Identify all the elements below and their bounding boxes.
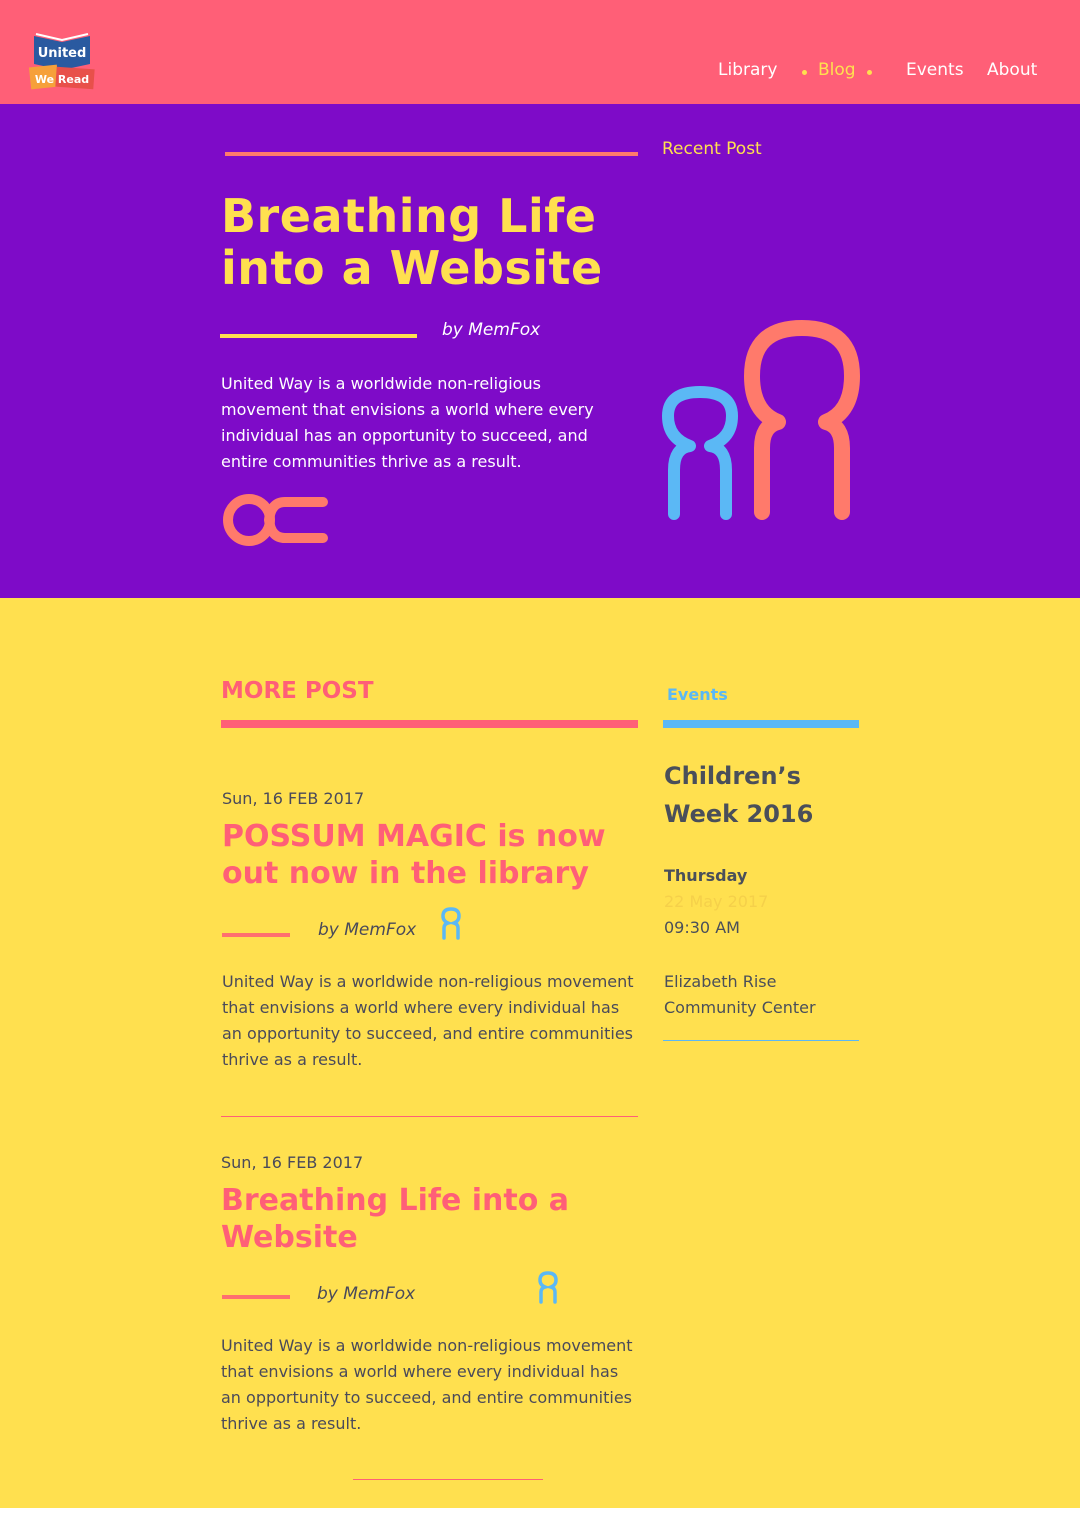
hero-byline-rule	[220, 334, 417, 338]
site-header	[0, 0, 1080, 104]
hero-byline: by MemFox	[442, 320, 541, 340]
nav-about[interactable]: About	[987, 60, 1037, 80]
hero-excerpt: United Way is a worldwide non-religious …	[221, 374, 594, 471]
post-title[interactable]: Breathing Life into a Website	[221, 1182, 641, 1256]
event-venue: Elizabeth Rise Community Center	[664, 972, 816, 1017]
post-divider	[221, 1116, 638, 1117]
more-post-rule	[221, 720, 638, 728]
post-date: Sun, 16 FEB 2017	[222, 789, 365, 808]
events-heading: Events	[667, 685, 728, 704]
logo-text-united: United	[38, 46, 87, 61]
events-rule	[663, 720, 859, 728]
nav-active-dot-right	[867, 70, 872, 75]
event-time: 09:30 AM	[664, 918, 740, 937]
post-byline-rule	[222, 933, 290, 937]
nav-active-dot-left	[802, 70, 807, 75]
hero-top-rule	[225, 152, 638, 156]
post-excerpt: United Way is a worldwide non-religious …	[221, 1336, 633, 1433]
event-title[interactable]: Children’s Week 2016	[664, 757, 864, 833]
post-divider	[353, 1479, 543, 1480]
event-date: 22 May 2017	[664, 892, 769, 911]
nav-events[interactable]: Events	[906, 60, 964, 80]
hero-quote-mark-icon	[223, 492, 329, 554]
recent-post-label: Recent Post	[662, 139, 762, 159]
book-logo-icon: United We Read	[28, 33, 95, 90]
hero-section	[0, 104, 1080, 598]
hero-title[interactable]: Breathing Life into a Website	[221, 190, 641, 294]
united-we-read-logo[interactable]: United We Read	[28, 28, 98, 92]
post-title[interactable]: POSSUM MAGIC is now out now in the libra…	[222, 818, 642, 892]
event-day: Thursday	[664, 866, 748, 885]
reading-figures-icon	[660, 320, 865, 529]
post-byline: by MemFox	[317, 1284, 416, 1304]
reader-figure-icon	[440, 906, 462, 944]
nav-library[interactable]: Library	[718, 60, 777, 80]
more-post-heading: MORE POST	[221, 678, 374, 704]
post-excerpt: United Way is a worldwide non-religious …	[222, 972, 634, 1069]
logo-text-we-read: We Read	[35, 73, 89, 86]
post-byline-rule	[222, 1295, 290, 1299]
reader-figure-icon	[537, 1270, 559, 1308]
nav-blog[interactable]: Blog	[818, 60, 856, 80]
post-byline: by MemFox	[318, 920, 417, 940]
event-divider	[663, 1040, 859, 1041]
post-date: Sun, 16 FEB 2017	[221, 1153, 364, 1172]
